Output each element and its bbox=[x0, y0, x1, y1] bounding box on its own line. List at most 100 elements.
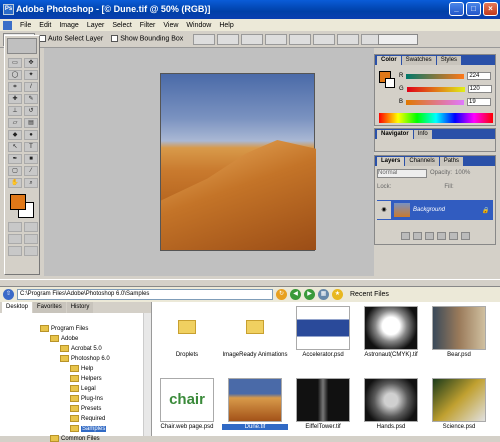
red-slider[interactable] bbox=[406, 73, 465, 79]
history-brush-tool-icon[interactable]: ↺ bbox=[24, 106, 38, 116]
eyedropper-tool-icon[interactable]: ⁄ bbox=[24, 166, 38, 176]
file-thumbnail-item[interactable]: Droplets bbox=[154, 306, 220, 358]
blue-value[interactable]: 19 bbox=[467, 98, 492, 106]
file-thumbnail-item[interactable]: EiffelTower.tif bbox=[290, 378, 356, 430]
minimize-button[interactable]: _ bbox=[449, 2, 464, 16]
align-button[interactable] bbox=[241, 33, 264, 45]
stamp-tool-icon[interactable]: ⊥ bbox=[8, 106, 22, 116]
menu-select[interactable]: Select bbox=[112, 22, 131, 29]
gradient-tool-icon[interactable]: ▤ bbox=[24, 118, 38, 128]
layer-style-icon[interactable] bbox=[400, 232, 410, 240]
tree-item[interactable]: Program Files bbox=[40, 325, 88, 332]
blend-mode-select[interactable]: Normal bbox=[377, 168, 427, 178]
tab-desktop[interactable]: Desktop bbox=[2, 302, 33, 313]
layer-mask-icon[interactable] bbox=[412, 232, 422, 240]
notes-tool-icon[interactable]: ▢ bbox=[8, 166, 22, 176]
rotate-icon[interactable]: ↻ bbox=[276, 289, 287, 300]
align-button[interactable] bbox=[193, 33, 216, 45]
slice-tool-icon[interactable]: / bbox=[24, 82, 38, 92]
pen-tool-icon[interactable]: ✒ bbox=[8, 154, 22, 164]
tree-item[interactable]: Legal bbox=[70, 385, 96, 392]
brush-tool-icon[interactable]: ✎ bbox=[24, 94, 38, 104]
foreground-color[interactable] bbox=[10, 194, 26, 210]
crop-tool-icon[interactable]: ⌗ bbox=[8, 82, 22, 92]
tree-item[interactable]: Acrobat 5.0 bbox=[60, 345, 102, 352]
dodge-tool-icon[interactable]: ● bbox=[24, 130, 38, 140]
color-spectrum-bar[interactable] bbox=[379, 113, 493, 123]
tab-info[interactable]: Info bbox=[413, 130, 432, 139]
align-button[interactable] bbox=[337, 33, 360, 45]
full-screen-icon[interactable] bbox=[24, 234, 38, 244]
layer-row-background[interactable]: ◉ Background 🔒 bbox=[377, 200, 493, 220]
move-tool-icon[interactable]: ✥ bbox=[24, 58, 38, 68]
red-value[interactable]: 224 bbox=[467, 72, 492, 80]
bounding-box-checkbox[interactable]: Show Bounding Box bbox=[111, 35, 183, 43]
eraser-tool-icon[interactable]: ▱ bbox=[8, 118, 22, 128]
menu-window[interactable]: Window bbox=[186, 22, 211, 29]
close-button[interactable]: × bbox=[483, 2, 498, 16]
tab-paths[interactable]: Paths bbox=[439, 157, 464, 166]
up-folder-icon[interactable]: ⇧ bbox=[3, 289, 14, 300]
file-thumbnail-item[interactable]: chair Chair.web page.psd bbox=[154, 378, 220, 430]
menu-image[interactable]: Image bbox=[59, 22, 78, 29]
menu-layer[interactable]: Layer bbox=[87, 22, 105, 29]
file-thumbnail-item[interactable]: Science.psd bbox=[426, 378, 492, 430]
file-thumbnail-item[interactable]: Bear.psd bbox=[426, 306, 492, 358]
tab-history[interactable]: History bbox=[66, 302, 94, 313]
auto-select-checkbox[interactable]: Auto Select Layer bbox=[39, 35, 103, 43]
tree-item[interactable]: Adobe bbox=[50, 335, 78, 342]
tab-color[interactable]: Color bbox=[377, 56, 401, 65]
blue-slider[interactable] bbox=[406, 99, 465, 105]
opacity-value[interactable]: 100% bbox=[455, 170, 470, 176]
screen-mode-icon[interactable] bbox=[8, 234, 22, 244]
zoom-tool-icon[interactable]: ⌕ bbox=[24, 178, 38, 188]
menu-edit[interactable]: Edit bbox=[39, 22, 51, 29]
path-tool-icon[interactable]: ↖ bbox=[8, 142, 22, 152]
tree-item[interactable]: Common Files bbox=[50, 435, 100, 442]
file-thumbnail-item[interactable]: Accelerator.psd bbox=[290, 306, 356, 358]
tree-item[interactable]: Plug-Ins bbox=[70, 395, 103, 402]
shape-tool-icon[interactable]: ■ bbox=[24, 154, 38, 164]
tab-layers[interactable]: Layers bbox=[377, 157, 405, 166]
tab-favorites[interactable]: Favorites bbox=[33, 302, 66, 313]
standard-mode-icon[interactable] bbox=[8, 222, 22, 232]
tab-swatches[interactable]: Swatches bbox=[401, 56, 436, 65]
file-thumbnail-item[interactable]: Astronaut(CMYK).tif bbox=[358, 306, 424, 358]
tree-item[interactable]: Photoshop 6.0 bbox=[60, 355, 110, 362]
align-button[interactable] bbox=[217, 33, 240, 45]
maximize-button[interactable]: □ bbox=[466, 2, 481, 16]
align-button[interactable] bbox=[313, 33, 336, 45]
tree-item[interactable]: Helpers bbox=[70, 375, 102, 382]
adjustment-layer-icon[interactable] bbox=[436, 232, 446, 240]
file-thumbnail-item[interactable]: Dune.tif bbox=[222, 378, 288, 430]
tab-styles[interactable]: Styles bbox=[436, 56, 462, 65]
lasso-tool-icon[interactable]: ◯ bbox=[8, 70, 22, 80]
marquee-tool-icon[interactable]: ▭ bbox=[8, 58, 22, 68]
eye-icon[interactable]: ◉ bbox=[377, 201, 391, 219]
jump-icon[interactable] bbox=[24, 246, 38, 256]
tree-item[interactable]: Help bbox=[70, 365, 93, 372]
tree-scrollbar[interactable] bbox=[143, 313, 151, 436]
align-button[interactable] bbox=[289, 33, 312, 45]
tree-item[interactable]: Samples bbox=[70, 425, 107, 432]
healing-tool-icon[interactable]: ✚ bbox=[8, 94, 22, 104]
menu-filter[interactable]: Filter bbox=[140, 22, 156, 29]
menu-view[interactable]: View bbox=[163, 22, 178, 29]
align-button[interactable] bbox=[265, 33, 288, 45]
blur-tool-icon[interactable]: ◆ bbox=[8, 130, 22, 140]
tab-navigator[interactable]: Navigator bbox=[377, 130, 413, 139]
file-thumbnail-item[interactable]: ImageReady Animations bbox=[222, 306, 288, 358]
forward-icon[interactable]: ▶ bbox=[304, 289, 315, 300]
path-field[interactable]: C:\Program Files\Adobe\Photoshop 6.0\Sam… bbox=[17, 289, 273, 300]
tree-item[interactable]: Presets bbox=[70, 405, 101, 412]
file-thumbnail-item[interactable]: Hands.psd bbox=[358, 378, 424, 430]
dune-document-canvas[interactable] bbox=[160, 73, 316, 251]
browser-divider[interactable] bbox=[0, 279, 500, 287]
favorites-icon[interactable]: ★ bbox=[332, 289, 343, 300]
color-swatches[interactable] bbox=[5, 190, 39, 220]
menu-file[interactable]: File bbox=[20, 22, 31, 29]
menu-help[interactable]: Help bbox=[219, 22, 233, 29]
new-layer-icon[interactable] bbox=[448, 232, 458, 240]
quick-mask-icon[interactable] bbox=[24, 222, 38, 232]
color-background-swatch[interactable] bbox=[385, 78, 395, 88]
